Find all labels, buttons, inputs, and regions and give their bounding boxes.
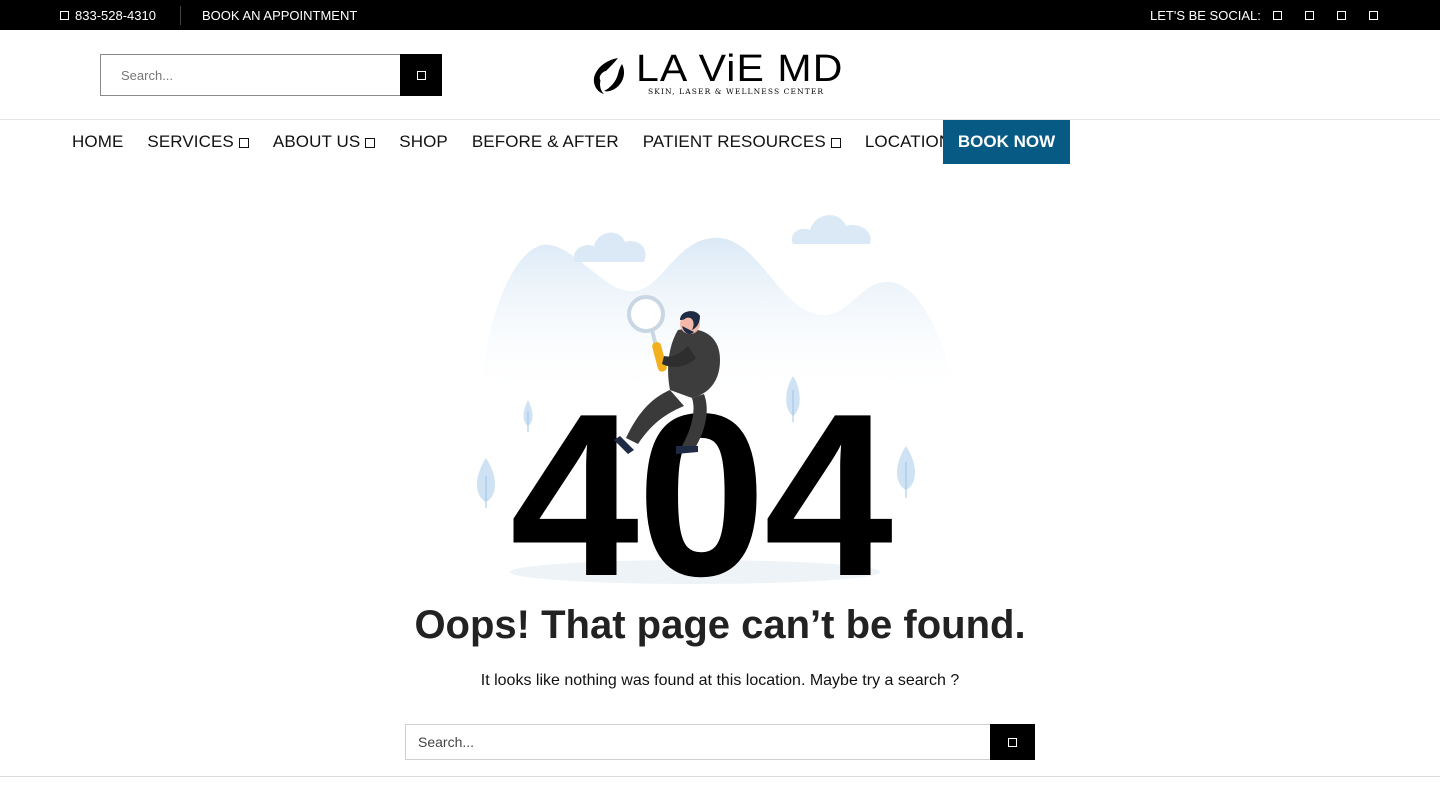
main-nav: HOME SERVICES ABOUT US SHOP BEFORE & AFT…	[72, 132, 1002, 152]
person-with-magnifier-icon	[614, 295, 720, 454]
site-logo[interactable]: LA ViE MD SKIN, LASER & WELLNESS CENTER	[588, 50, 844, 102]
logo-leaf-icon	[593, 58, 624, 94]
header-search-button[interactable]	[400, 54, 442, 96]
cloud-icon	[573, 232, 646, 262]
nav-item-services[interactable]: SERVICES	[147, 132, 249, 152]
instagram-icon[interactable]	[1304, 11, 1314, 20]
nav-item-about-us[interactable]: ABOUT US	[272, 132, 376, 152]
logo-tagline: SKIN, LASER & WELLNESS CENTER	[648, 87, 825, 96]
search-icon	[416, 70, 426, 80]
top-bar: 833-528-4310 BOOK AN APPOINTMENT LET'S B…	[0, 0, 1440, 30]
social-label: LET'S BE SOCIAL:	[1150, 8, 1261, 23]
social-section: LET'S BE SOCIAL:	[1150, 8, 1378, 23]
nav-item-label: SERVICES	[147, 132, 234, 151]
chevron-down-icon	[238, 137, 249, 148]
nav-item-label: PATIENT RESOURCES	[642, 132, 826, 151]
page-search-button[interactable]	[990, 724, 1035, 760]
cloud-icon	[791, 215, 871, 244]
header-search	[100, 54, 442, 96]
header-search-input[interactable]	[100, 54, 400, 96]
youtube-icon[interactable]	[1368, 11, 1378, 20]
phone-icon	[60, 11, 69, 20]
header-divider	[0, 119, 1440, 120]
nav-item-label: HOME	[72, 132, 124, 151]
nav-item-home[interactable]: HOME	[72, 132, 123, 152]
nav-item-shop[interactable]: SHOP	[399, 132, 448, 152]
twitter-icon[interactable]	[1336, 11, 1346, 20]
book-now-button[interactable]: BOOK NOW	[943, 120, 1070, 164]
chevron-down-icon	[365, 137, 376, 148]
nav-item-label: ABOUT US	[272, 132, 361, 151]
phone-link[interactable]: 833-528-4310	[60, 8, 156, 23]
top-bar-divider	[180, 6, 181, 25]
page-search	[405, 724, 1035, 760]
page-search-input[interactable]	[405, 724, 990, 760]
nav-item-patient-resources[interactable]: PATIENT RESOURCES	[643, 132, 841, 152]
chevron-down-icon	[830, 137, 841, 148]
book-appointment-link[interactable]: BOOK AN APPOINTMENT	[202, 8, 357, 23]
nav-item-label: BEFORE & AFTER	[471, 132, 619, 151]
error-message: It looks like nothing was found at this …	[480, 672, 960, 689]
nav-item-before-after[interactable]: BEFORE & AFTER	[472, 132, 619, 152]
facebook-icon[interactable]	[1272, 11, 1282, 20]
phone-number: 833-528-4310	[75, 8, 156, 23]
footer-divider	[0, 776, 1440, 777]
error-headline: Oops! That page can’t be found.	[414, 603, 1026, 647]
logo-text: LA ViE MD	[636, 48, 844, 90]
nav-item-label: SHOP	[399, 132, 448, 151]
search-icon	[1008, 737, 1017, 747]
